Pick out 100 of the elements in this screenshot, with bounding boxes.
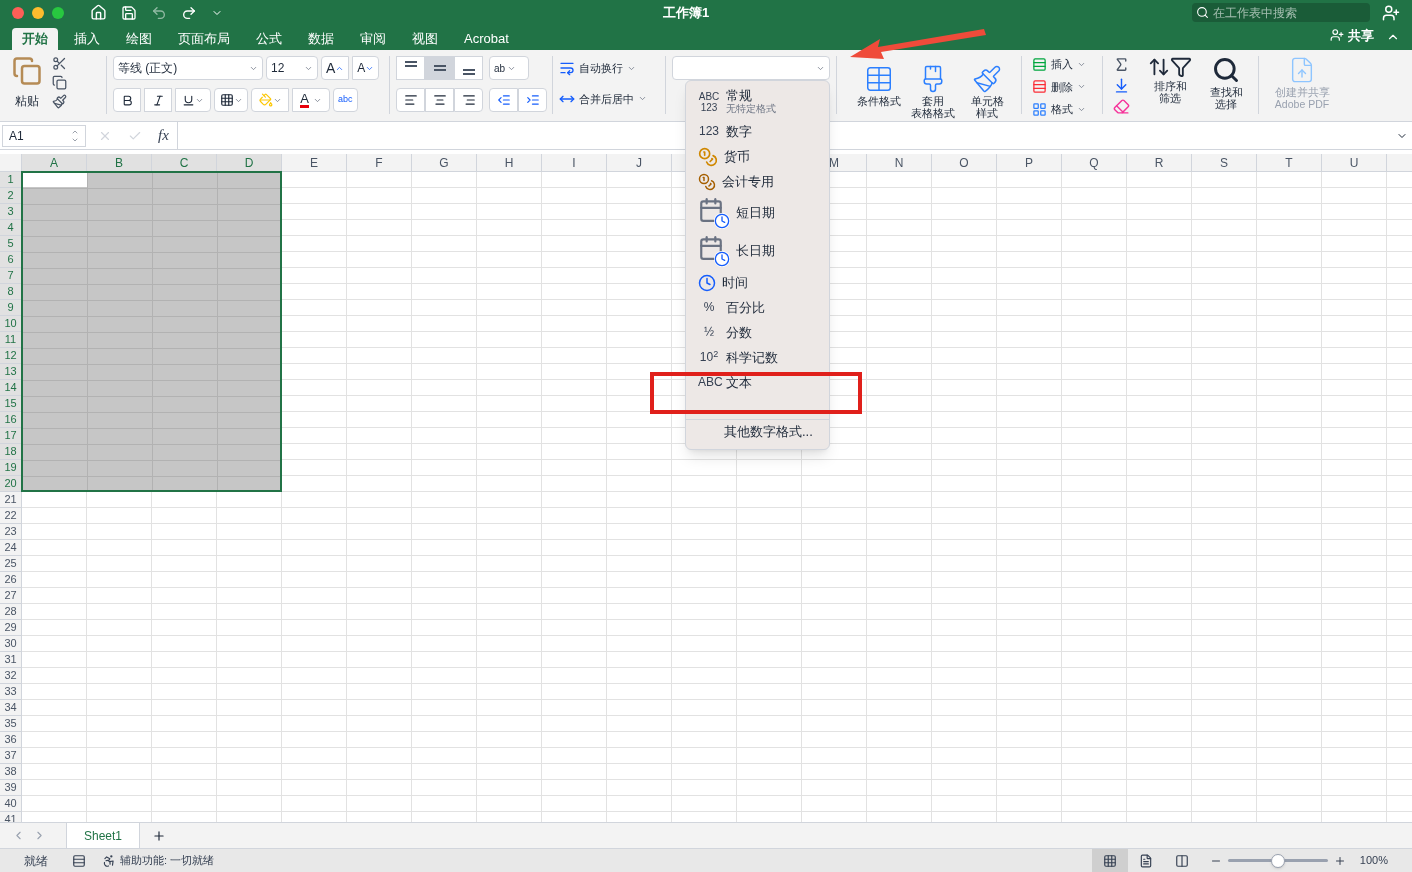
ribbon-tab[interactable]: 审阅 [350,28,396,50]
active-cell[interactable] [23,173,87,187]
column-header[interactable]: P [997,154,1062,171]
column-header[interactable]: H [477,154,542,171]
row-header[interactable]: 2 [0,188,22,204]
copy-icon[interactable] [52,75,67,90]
ribbon-tab[interactable]: Acrobat [454,28,519,50]
row-header[interactable]: 33 [0,684,22,700]
cut-icon[interactable] [52,56,67,71]
menu-item[interactable]: ½ 分数 [686,320,829,345]
column-header[interactable]: B [87,154,152,171]
menu-item[interactable]: 123 数字 [686,119,829,144]
row-header[interactable]: 12 [0,348,22,364]
column-header[interactable]: A [22,154,87,171]
menu-item[interactable]: 短日期 [686,194,829,232]
zoom-percent[interactable]: 100% [1359,852,1388,869]
row-header[interactable]: 1 [0,172,22,188]
format-painter-icon[interactable] [52,94,67,109]
row-header[interactable]: 4 [0,220,22,236]
menu-item[interactable]: 会计专用 [686,169,829,194]
column-header[interactable]: Q [1062,154,1127,171]
row-header[interactable]: 8 [0,284,22,300]
sheet-tab[interactable]: Sheet1 [66,822,140,849]
row-header[interactable]: 32 [0,668,22,684]
cells-button[interactable]: 插入 [1032,56,1092,73]
row-header[interactable]: 34 [0,700,22,716]
share-button[interactable]: 共享 [1330,25,1374,45]
column-header[interactable]: E [282,154,347,171]
row-header[interactable]: 6 [0,252,22,268]
row-header[interactable]: 16 [0,412,22,428]
row-header[interactable]: 22 [0,508,22,524]
home-icon[interactable] [90,4,107,21]
menu-item[interactable]: 10$^{2}$ 科学记数 [686,345,829,370]
column-header[interactable]: C [152,154,217,171]
row-header[interactable]: 13 [0,364,22,380]
vertical-align-button[interactable] [396,56,425,80]
row-header[interactable]: 21 [0,492,22,508]
styles-button[interactable]: 条件格式 [855,64,903,119]
styles-button[interactable]: 套用 表格格式 [909,64,957,119]
vertical-align-button[interactable] [425,56,454,80]
orientation-button[interactable]: ab [489,56,529,80]
macro-icon[interactable] [72,853,86,868]
search-field[interactable]: 在工作表中搜索 [1192,3,1370,22]
borders-button[interactable] [214,88,248,112]
row-header[interactable]: 27 [0,588,22,604]
menu-item[interactable]: ABC 123 常规 无特定格式 [686,85,829,119]
ribbon-tab[interactable]: 数据 [298,28,344,50]
column-header[interactable]: O [932,154,997,171]
column-header[interactable]: N [867,154,932,171]
column-header[interactable]: U [1322,154,1387,171]
phonetic-button[interactable]: abc [333,88,358,112]
row-header[interactable]: 14 [0,380,22,396]
italic-button[interactable] [144,88,172,112]
indent-decrease-button[interactable] [489,88,518,112]
fill-icon[interactable] [1113,77,1130,94]
ribbon-tab[interactable]: 视图 [402,28,448,50]
align-right-button[interactable] [454,88,483,112]
size-select[interactable]: 12 [266,56,318,80]
row-header[interactable]: 18 [0,444,22,460]
underline-button[interactable] [175,88,211,112]
row-header[interactable]: 35 [0,716,22,732]
editing-button[interactable]: 查找和 选择 [1204,56,1248,110]
column-header[interactable]: R [1127,154,1192,171]
row-header[interactable]: 24 [0,540,22,556]
name-box[interactable]: A1 [2,124,86,147]
column-header[interactable]: J [607,154,672,171]
indent-increase-button[interactable] [518,88,547,112]
column-header[interactable]: S [1192,154,1257,171]
row-header[interactable]: 10 [0,316,22,332]
row-header[interactable]: 37 [0,748,22,764]
paste-button[interactable]: 粘贴 [12,56,42,110]
row-header[interactable]: 15 [0,396,22,412]
accessibility-icon[interactable] [102,853,116,868]
font-select[interactable]: 等线 (正文) [113,56,263,80]
zoom-in-icon[interactable] [1333,854,1346,867]
row-header[interactable]: 29 [0,620,22,636]
column-header[interactable]: T [1257,154,1322,171]
ribbon-tab[interactable]: 开始 [12,28,58,50]
grow-font-button[interactable]: A [321,56,350,80]
styles-button[interactable]: 单元格 样式 [963,64,1011,119]
row-header[interactable]: 19 [0,460,22,476]
merge-center-button[interactable]: 合并后居中 [559,90,659,107]
vertical-align-button[interactable] [454,56,483,80]
view-button[interactable] [1091,849,1128,872]
ribbon-tab[interactable]: 插入 [64,28,110,50]
accessibility-status[interactable]: 辅助功能: 一切就绪 [120,852,215,869]
eraser-icon[interactable] [1113,98,1130,115]
row-header[interactable]: 11 [0,332,22,348]
row-header[interactable]: 26 [0,572,22,588]
zoom-thumb[interactable] [1270,853,1285,868]
column-header[interactable]: G [412,154,477,171]
align-center-button[interactable] [425,88,454,112]
column-header[interactable]: D [217,154,282,171]
row-header[interactable]: 3 [0,204,22,220]
row-header[interactable]: 30 [0,636,22,652]
row-header[interactable]: 20 [0,476,22,492]
align-left-button[interactable] [396,88,425,112]
row-header[interactable]: 7 [0,268,22,284]
add-sheet-icon[interactable] [152,828,166,843]
row-header[interactable]: 36 [0,732,22,748]
